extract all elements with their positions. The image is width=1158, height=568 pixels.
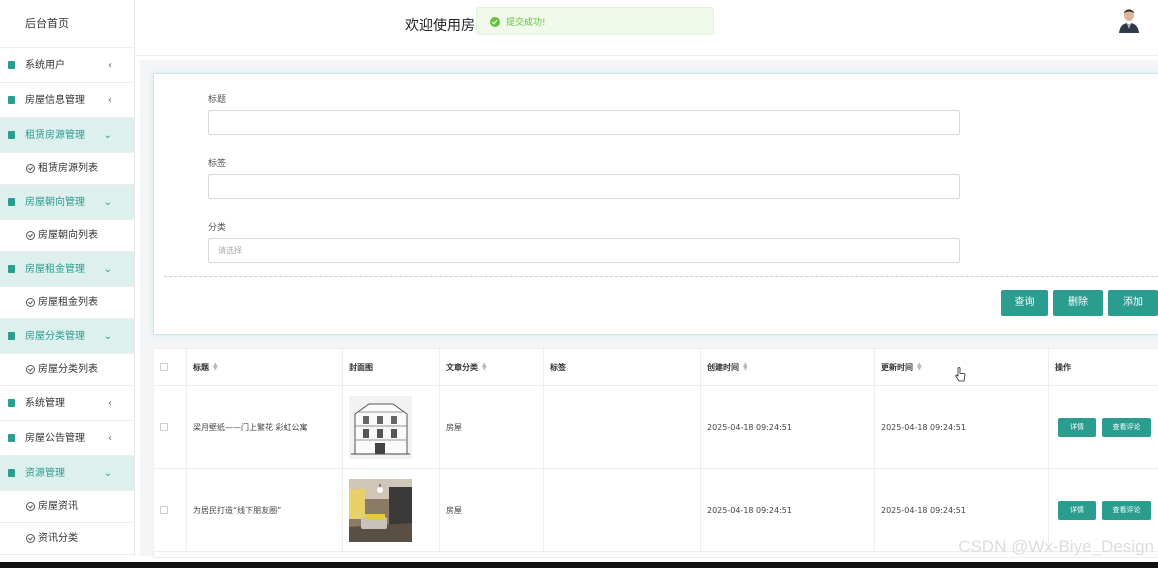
header-actions: 操作 — [1055, 362, 1071, 372]
detail-button[interactable]: 详情 — [1058, 417, 1096, 437]
chevron-left-icon: ‹ — [108, 95, 112, 106]
view-comments-button[interactable]: 查看评论 — [1102, 500, 1151, 520]
check-circle-icon — [26, 534, 35, 543]
data-table: 标题 ▲ ▼ 封面图 文章分类 ▲ ▼ 标签 创建时间 ▲ ▼ 更新时间 ▲ ▼ 操作 梁月壁纸… — [153, 348, 1158, 558]
check-circle-icon — [26, 298, 35, 307]
row-category: 房屋 — [440, 469, 544, 551]
sidebar-item-system-users[interactable]: 系统用户 ‹ — [0, 48, 134, 83]
category-label: 分类 — [208, 223, 227, 233]
success-toast: 提交成功! — [476, 7, 714, 35]
success-check-icon — [490, 17, 500, 27]
search-form: 标题 标签 分类 请选择 查询 删除 添加 — [153, 73, 1158, 335]
check-circle-icon — [26, 164, 35, 173]
divider — [164, 276, 1158, 277]
document-icon — [8, 61, 15, 69]
table-header: 标题 ▲ ▼ 封面图 文章分类 ▲ ▼ 标签 创建时间 ▲ ▼ 更新时间 ▲ ▼ 操作 — [154, 349, 1158, 386]
add-button[interactable]: 添加 — [1108, 290, 1158, 316]
sidebar-subitem-orientation-list[interactable]: 房屋朝向列表 — [0, 220, 134, 252]
cursor-icon — [955, 367, 966, 382]
chevron-left-icon: ‹ — [108, 433, 112, 444]
detail-button[interactable]: 详情 — [1058, 500, 1096, 520]
document-icon — [8, 131, 15, 139]
select-all-checkbox[interactable] — [160, 363, 168, 371]
chevron-down-icon: ⌄ — [103, 197, 112, 208]
sidebar-subitem-house-news[interactable]: 房屋资讯 — [0, 491, 134, 523]
check-circle-icon — [26, 231, 35, 240]
sidebar-home[interactable]: 后台首页 — [0, 0, 134, 48]
main-content: 标题 标签 分类 请选择 查询 删除 添加 标题 ▲ ▼ 封面图 文章分类 ▲ ▼ 标签… — [140, 60, 1158, 558]
sidebar-item-category[interactable]: 房屋分类管理 ⌄ — [0, 319, 134, 354]
welcome-title: 欢迎使用房 — [405, 18, 475, 34]
sidebar-subitem-category-list[interactable]: 房屋分类列表 — [0, 354, 134, 386]
chevron-left-icon: ‹ — [108, 398, 112, 409]
chevron-down-icon: ⌄ — [103, 468, 112, 479]
table-row: 梁月壁纸——门上繁花 彩虹公寓 房屋 2025-04-18 09:24:51 2… — [154, 386, 1158, 469]
sidebar-subitem-news-category[interactable]: 资讯分类 — [0, 523, 134, 555]
header-category[interactable]: 文章分类 ▲ ▼ — [440, 349, 544, 385]
watermark: CSDN @Wx-Biye_Design — [958, 537, 1154, 556]
category-select[interactable]: 请选择 — [208, 238, 960, 263]
tag-label: 标签 — [208, 159, 227, 169]
row-title: 梁月壁纸——门上繁花 彩虹公寓 — [187, 386, 343, 468]
bottom-bar — [0, 562, 1158, 568]
chevron-down-icon: ⌄ — [103, 331, 112, 342]
avatar[interactable] — [1118, 7, 1140, 33]
sidebar-item-system[interactable]: 系统管理 ‹ — [0, 386, 134, 421]
row-category: 房屋 — [440, 386, 544, 468]
title-label: 标题 — [208, 95, 227, 105]
row-title: 为居民打造“线下朋友圈” — [187, 469, 343, 551]
sort-icon[interactable]: ▲ ▼ — [743, 362, 748, 372]
header-tag: 标签 — [544, 349, 701, 385]
header-title[interactable]: 标题 ▲ ▼ — [187, 349, 343, 385]
check-circle-icon — [26, 502, 35, 511]
view-comments-button[interactable]: 查看评论 — [1102, 417, 1151, 437]
row-created: 2025-04-18 09:24:51 — [701, 469, 875, 551]
sidebar-item-house-info[interactable]: 房屋信息管理 ‹ — [0, 83, 134, 118]
cover-image[interactable] — [349, 395, 412, 459]
header-cover: 封面图 — [343, 349, 440, 385]
sidebar-subitem-rental-list[interactable]: 租赁房源列表 — [0, 153, 134, 185]
tag-input[interactable] — [208, 174, 960, 199]
sidebar: 后台首页 系统用户 ‹ 房屋信息管理 ‹ 租赁房源管理 ⌄ 租赁房源列表 房屋朝向管理… — [0, 0, 135, 556]
top-bar: 欢迎使用房 提交成功! — [135, 0, 1158, 56]
chevron-down-icon: ⌄ — [103, 264, 112, 275]
toast-message: 提交成功! — [506, 18, 546, 28]
sort-icon[interactable]: ▲ ▼ — [917, 362, 922, 372]
query-button[interactable]: 查询 — [1001, 290, 1048, 316]
sort-icon[interactable]: ▲ ▼ — [213, 362, 218, 372]
row-updated: 2025-04-18 09:24:51 — [875, 386, 1049, 468]
document-icon — [8, 265, 15, 273]
row-checkbox[interactable] — [160, 423, 168, 431]
document-icon — [8, 469, 15, 477]
delete-button[interactable]: 删除 — [1053, 290, 1103, 316]
sidebar-item-rental[interactable]: 租赁房源管理 ⌄ — [0, 118, 134, 153]
sort-icon[interactable]: ▲ ▼ — [482, 362, 487, 372]
document-icon — [8, 332, 15, 340]
sidebar-subitem-rent-list[interactable]: 房屋租金列表 — [0, 287, 134, 319]
chevron-left-icon: ‹ — [108, 60, 112, 71]
title-input[interactable] — [208, 110, 960, 135]
row-created: 2025-04-18 09:24:51 — [701, 386, 875, 468]
sidebar-item-notice[interactable]: 房屋公告管理 ‹ — [0, 421, 134, 456]
row-checkbox[interactable] — [160, 506, 168, 514]
chevron-down-icon: ⌄ — [103, 130, 112, 141]
check-circle-icon — [26, 365, 35, 374]
header-created[interactable]: 创建时间 ▲ ▼ — [701, 349, 875, 385]
row-tag — [544, 386, 701, 468]
document-icon — [8, 434, 15, 442]
row-tag — [544, 469, 701, 551]
cover-image[interactable] — [349, 478, 412, 542]
document-icon — [8, 399, 15, 407]
sidebar-item-orientation[interactable]: 房屋朝向管理 ⌄ — [0, 185, 134, 220]
document-icon — [8, 96, 15, 104]
sidebar-item-resources[interactable]: 资源管理 ⌄ — [0, 456, 134, 491]
sidebar-item-rent[interactable]: 房屋租金管理 ⌄ — [0, 252, 134, 287]
document-icon — [8, 198, 15, 206]
